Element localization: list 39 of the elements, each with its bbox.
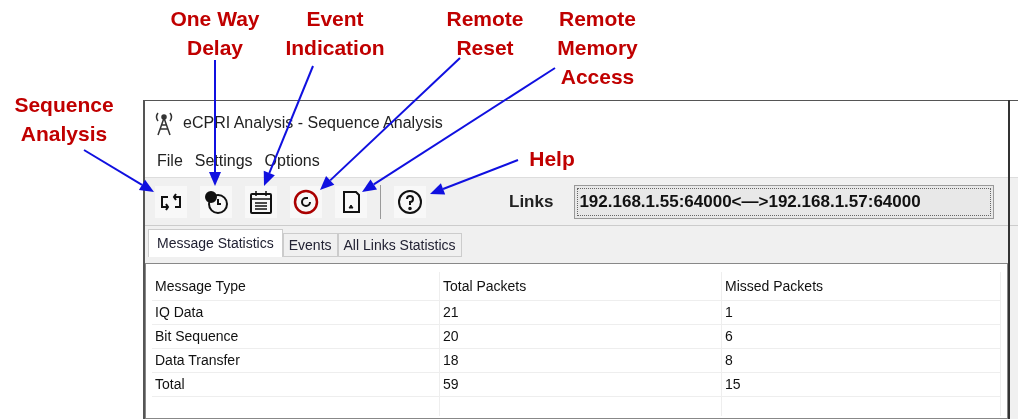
table-cell: 59 — [440, 372, 722, 396]
callout-label: Remote Reset — [445, 6, 525, 61]
swap-arrows-button[interactable] — [155, 185, 187, 218]
links-label: Links — [509, 190, 554, 213]
callout-label: Sequence Analysis — [13, 92, 115, 147]
pointer-arrow — [83, 149, 154, 192]
help-icon — [397, 188, 423, 215]
callout-label: One Way Delay — [169, 6, 261, 61]
links-field[interactable]: 192.168.1.55:64000<—>192.168.1.57:64000 — [574, 184, 995, 219]
table-cell: Bit Sequence — [152, 324, 440, 348]
table-cell: 6 — [722, 324, 1001, 348]
table-cell: 15 — [722, 372, 1001, 396]
table-cell: Data Transfer — [152, 348, 440, 372]
column-header: Message Type — [152, 272, 440, 300]
reset-button[interactable] — [290, 185, 322, 218]
table-cell: Total — [152, 372, 440, 396]
table-cell: 20 — [440, 324, 722, 348]
tab[interactable]: Message Statistics — [148, 229, 283, 257]
calendar-icon — [248, 188, 274, 215]
callout-label: Event Indication — [284, 6, 386, 61]
clock-alert-button[interactable] — [200, 185, 232, 218]
reset-icon — [293, 188, 319, 215]
table-cell: 1 — [722, 300, 1001, 324]
tab[interactable]: All Links Statistics — [337, 233, 462, 257]
table-cell: 8 — [722, 348, 1001, 372]
table-cell: IQ Data — [152, 300, 440, 324]
memory-card-button[interactable] — [335, 185, 367, 218]
column-header: Missed Packets — [722, 272, 1001, 300]
antenna-icon — [153, 110, 175, 136]
tab[interactable]: Events — [282, 233, 338, 257]
help-button[interactable] — [394, 185, 426, 218]
callout-label: Help — [528, 146, 576, 172]
clock-alert-icon — [203, 188, 229, 215]
table-cell: 21 — [440, 300, 722, 324]
calendar-button[interactable] — [245, 185, 277, 218]
table-cell: 18 — [440, 348, 722, 372]
menu-item[interactable]: File — [157, 149, 183, 173]
callout-label: Remote Memory Access — [556, 6, 639, 90]
column-header: Total Packets — [440, 272, 722, 300]
